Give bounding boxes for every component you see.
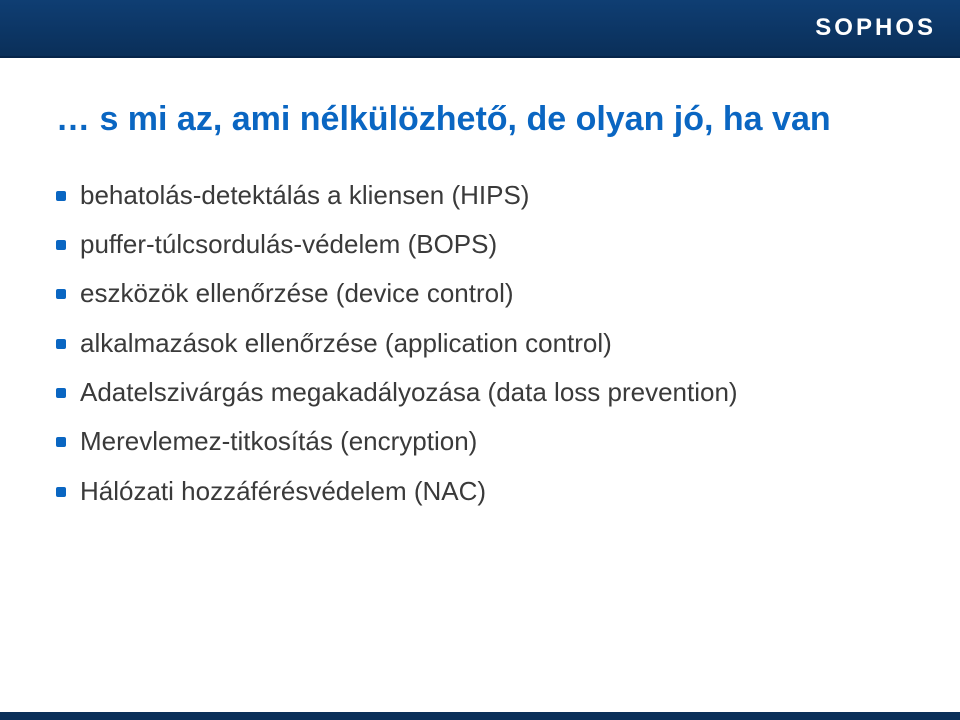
bullet-icon xyxy=(56,437,66,447)
bullet-icon xyxy=(56,191,66,201)
list-item: behatolás-detektálás a kliensen (HIPS) xyxy=(56,171,904,220)
list-item: Hálózati hozzáférésvédelem (NAC) xyxy=(56,467,904,516)
bullet-list: behatolás-detektálás a kliensen (HIPS) p… xyxy=(56,171,904,517)
list-item: alkalmazások ellenőrzése (application co… xyxy=(56,319,904,368)
bullet-text: alkalmazások ellenőrzése (application co… xyxy=(80,319,612,368)
bullet-text: puffer-túlcsordulás-védelem (BOPS) xyxy=(80,220,497,269)
bullet-icon xyxy=(56,388,66,398)
list-item: Merevlemez-titkosítás (encryption) xyxy=(56,417,904,466)
slide-header: SOPHOS xyxy=(0,0,960,58)
bullet-icon xyxy=(56,339,66,349)
bullet-text: Hálózati hozzáférésvédelem (NAC) xyxy=(80,467,486,516)
bullet-icon xyxy=(56,289,66,299)
bullet-text: behatolás-detektálás a kliensen (HIPS) xyxy=(80,171,529,220)
bullet-icon xyxy=(56,240,66,250)
slide-footer-bar xyxy=(0,712,960,720)
slide-title: … s mi az, ami nélkülözhető, de olyan jó… xyxy=(56,98,904,141)
bullet-icon xyxy=(56,487,66,497)
list-item: Adatelszivárgás megakadályozása (data lo… xyxy=(56,368,904,417)
brand-logo: SOPHOS xyxy=(815,14,936,42)
bullet-text: Merevlemez-titkosítás (encryption) xyxy=(80,417,477,466)
bullet-text: eszközök ellenőrzése (device control) xyxy=(80,269,514,318)
slide-body: … s mi az, ami nélkülözhető, de olyan jó… xyxy=(0,58,960,516)
list-item: puffer-túlcsordulás-védelem (BOPS) xyxy=(56,220,904,269)
bullet-text: Adatelszivárgás megakadályozása (data lo… xyxy=(80,368,738,417)
list-item: eszközök ellenőrzése (device control) xyxy=(56,269,904,318)
